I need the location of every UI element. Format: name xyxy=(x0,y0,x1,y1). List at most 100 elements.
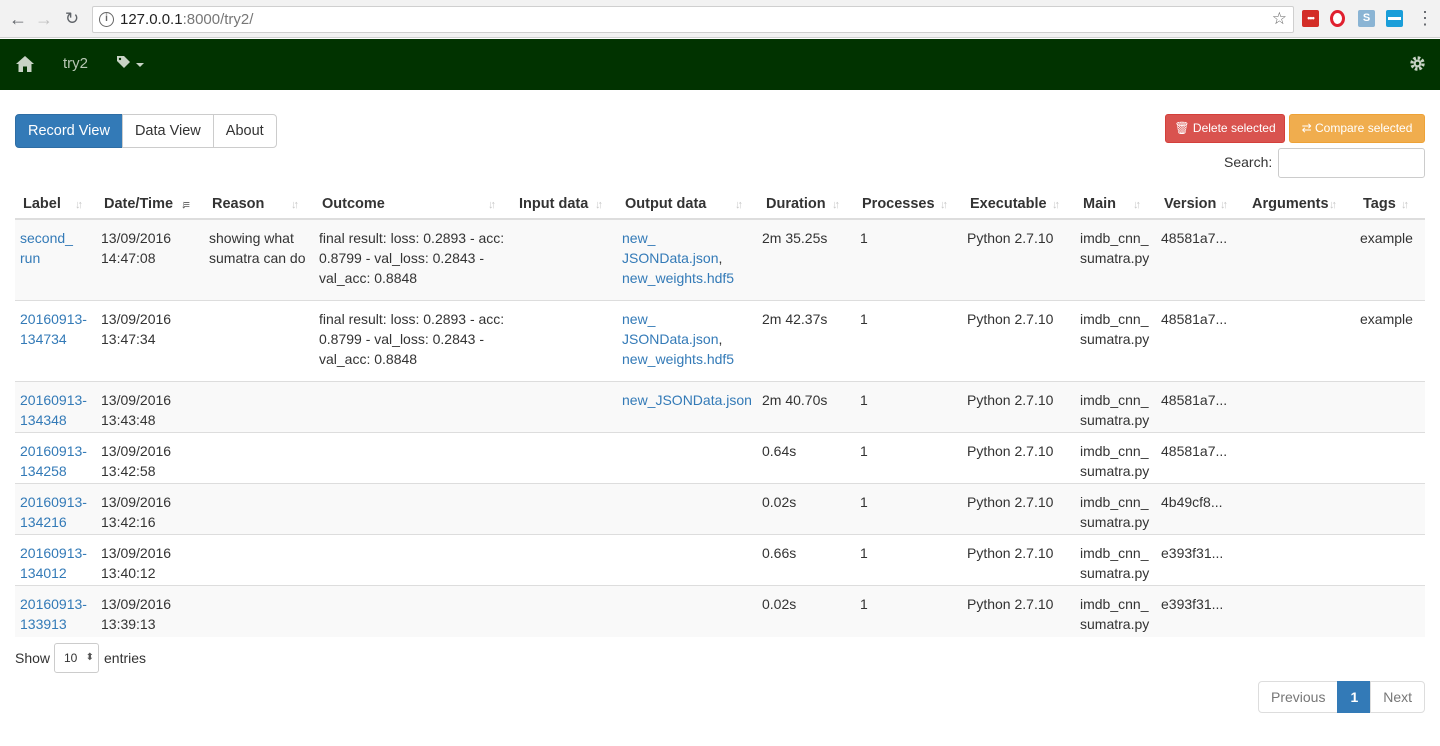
header-version[interactable]: Version xyxy=(1164,196,1216,212)
label-cell: 20160913- 134734 xyxy=(20,309,87,349)
forward-arrow-icon[interactable]: → xyxy=(34,8,54,30)
header-label[interactable]: Label xyxy=(23,196,61,212)
header-duration[interactable]: Duration xyxy=(766,196,826,212)
duration-cell: 0.66s xyxy=(762,545,797,561)
sort-icon[interactable]: ↓↑ xyxy=(832,199,840,211)
sort-icon[interactable]: ↓↑ xyxy=(1329,199,1337,211)
sort-icon[interactable]: ↓↑ xyxy=(1133,199,1141,211)
record-label-link[interactable]: 20160913- 134348 xyxy=(20,392,87,428)
version-cell: 48581a7... xyxy=(1161,443,1228,459)
sort-desc-icon[interactable]: ↓≡ xyxy=(181,199,190,211)
address-bar[interactable]: i 127.0.0.1:8000/try2/ ☆ xyxy=(92,6,1294,33)
header-datetime[interactable]: Date/Time xyxy=(104,196,173,212)
back-arrow-icon[interactable]: ← xyxy=(8,8,28,30)
version-cell: 48581a7... xyxy=(1161,392,1228,408)
header-input-data[interactable]: Input data xyxy=(519,196,588,212)
outcome-cell: final result: loss: 0.2893 - acc: 0.8799 … xyxy=(319,311,505,367)
processes-cell: 1 xyxy=(860,311,868,327)
processes-cell: 1 xyxy=(860,545,868,561)
datetime-cell: 13/09/2016 13:40:12 xyxy=(101,545,172,581)
record-label-link[interactable]: 20160913- 134216 xyxy=(20,494,87,530)
table-row[interactable]: 20160913- 134734 13/09/2016 13:47:34 final… xyxy=(15,301,1425,382)
sort-icon[interactable]: ↓↑ xyxy=(1401,199,1409,211)
view-tabs: Record View Data View About xyxy=(15,114,277,148)
compare-selected-button[interactable]: ⇄ Compare selected xyxy=(1289,114,1425,143)
header-reason[interactable]: Reason xyxy=(212,196,264,212)
output-file-link[interactable]: new_weights.hdf5 xyxy=(622,270,734,286)
table-row[interactable]: second_ run 13/09/2016 14:47:08 showing wh… xyxy=(15,220,1425,301)
sort-icon[interactable]: ↓↑ xyxy=(940,199,948,211)
current-page-button[interactable]: 1 xyxy=(1337,681,1372,713)
header-processes[interactable]: Processes xyxy=(862,196,935,212)
previous-page-button[interactable]: Previous xyxy=(1258,681,1339,713)
sort-icon[interactable]: ↓↑ xyxy=(291,199,299,211)
output-file-link[interactable]: new_JSONData.json xyxy=(622,392,752,408)
header-arguments[interactable]: Arguments xyxy=(1252,196,1329,212)
record-label-link[interactable]: 20160913- 134012 xyxy=(20,545,87,581)
record-label-link[interactable]: second_ run xyxy=(20,230,73,266)
label-cell: second_ run xyxy=(20,228,73,268)
info-icon[interactable]: i xyxy=(99,12,114,27)
tab-record-view[interactable]: Record View xyxy=(15,114,123,148)
datetime-cell: 13/09/2016 13:47:34 xyxy=(101,311,172,347)
project-brand[interactable]: try2 xyxy=(63,55,88,72)
record-label-link[interactable]: 20160913- 134734 xyxy=(20,311,87,347)
delete-selected-label: Delete selected xyxy=(1192,121,1276,135)
reload-icon[interactable]: ↻ xyxy=(62,8,82,30)
header-executable[interactable]: Executable xyxy=(970,196,1047,212)
table-row[interactable]: 20160913- 134012 13/09/2016 13:40:12 0.66s… xyxy=(15,535,1425,586)
duration-cell: 0.64s xyxy=(762,443,797,459)
table-row[interactable]: 20160913- 134348 13/09/2016 13:43:48 new_J… xyxy=(15,382,1425,433)
url-text[interactable]: 127.0.0.1:8000/try2/ xyxy=(120,11,253,28)
label-cell: 20160913- 134012 xyxy=(20,543,87,583)
version-cell: 4b49cf8... xyxy=(1161,494,1223,510)
tag-dropdown-icon[interactable] xyxy=(116,54,148,74)
table-row[interactable]: 20160913- 134216 13/09/2016 13:42:16 0.02s… xyxy=(15,484,1425,535)
tab-about[interactable]: About xyxy=(212,114,277,148)
sort-icon[interactable]: ↓↑ xyxy=(595,199,603,211)
tab-data-view[interactable]: Data View xyxy=(121,114,214,148)
s-extension-icon[interactable]: S xyxy=(1358,10,1375,27)
executable-cell: Python 2.7.10 xyxy=(967,311,1054,327)
executable-cell: Python 2.7.10 xyxy=(967,230,1054,246)
record-label-link[interactable]: 20160913- 134258 xyxy=(20,443,87,479)
bookmark-star-icon[interactable]: ☆ xyxy=(1272,9,1287,29)
output-file-link[interactable]: new_JSONData.json xyxy=(622,311,718,347)
output-file-link[interactable]: new_weights.hdf5 xyxy=(622,351,734,367)
next-page-button[interactable]: Next xyxy=(1370,681,1426,713)
sort-icon[interactable]: ↓↑ xyxy=(1052,199,1060,211)
sort-icon[interactable]: ↓↑ xyxy=(75,199,83,211)
swap-arrows-icon: ⇄ xyxy=(1301,121,1312,135)
label-cell: 20160913- 134348 xyxy=(20,390,87,430)
sort-icon[interactable]: ↓↑ xyxy=(488,199,496,211)
table-row[interactable]: 20160913- 134258 13/09/2016 13:42:58 0.64s… xyxy=(15,433,1425,484)
search-input[interactable] xyxy=(1278,148,1425,178)
home-icon[interactable] xyxy=(15,54,35,74)
sort-icon[interactable]: ↓↑ xyxy=(1220,199,1228,211)
entries-per-page-select[interactable]: 10 xyxy=(54,643,99,673)
output-file-link[interactable]: new_JSONData.json xyxy=(622,230,718,266)
label-cell: 20160913- 133913 xyxy=(20,594,87,634)
output-data-cell: new_ JSONData.json, new_weights.hdf5 xyxy=(622,311,735,367)
lastpass-extension-icon[interactable]: ••• xyxy=(1302,10,1319,27)
opera-extension-icon[interactable] xyxy=(1330,10,1345,27)
main-cell: imdb_cnn_ sumatra.py xyxy=(1080,494,1150,530)
header-tags[interactable]: Tags xyxy=(1363,196,1396,212)
executable-cell: Python 2.7.10 xyxy=(967,392,1054,408)
table-header: Label ↓↑ Date/Time ↓≡ Reason ↓↑ Outcome … xyxy=(15,188,1425,220)
header-outcome[interactable]: Outcome xyxy=(322,196,385,212)
duration-cell: 2m 35.25s xyxy=(762,230,828,246)
executable-cell: Python 2.7.10 xyxy=(967,443,1054,459)
delete-selected-button[interactable]: 🗑 Delete selected xyxy=(1165,114,1285,143)
gear-icon[interactable] xyxy=(1409,55,1426,72)
outcome-cell: final result: loss: 0.2893 - acc: 0.8799 … xyxy=(319,230,505,286)
header-output-data[interactable]: Output data xyxy=(625,196,706,212)
browser-menu-icon[interactable]: ⋮ xyxy=(1416,8,1434,28)
compare-selected-label: Compare selected xyxy=(1315,121,1413,135)
table-row[interactable]: 20160913- 133913 13/09/2016 13:39:13 0.02s… xyxy=(15,586,1425,637)
header-main[interactable]: Main xyxy=(1083,196,1116,212)
blue-extension-icon[interactable] xyxy=(1386,10,1403,27)
record-label-link[interactable]: 20160913- 133913 xyxy=(20,596,87,632)
sort-icon[interactable]: ↓↑ xyxy=(735,199,743,211)
main-cell: imdb_cnn_ sumatra.py xyxy=(1080,596,1150,632)
